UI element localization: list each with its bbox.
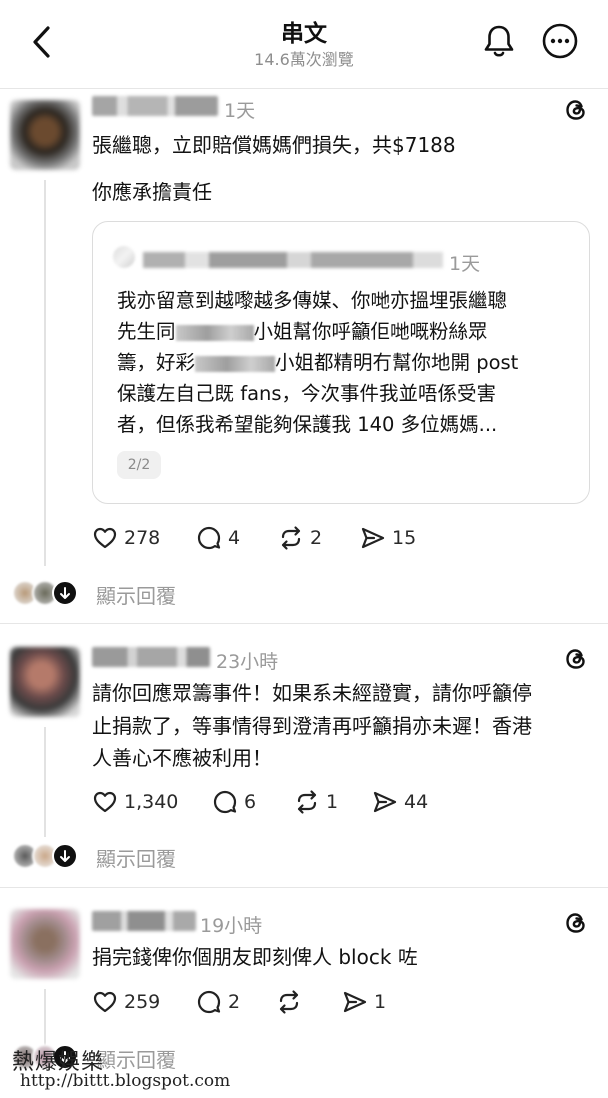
comment-icon <box>197 526 221 550</box>
show-replies-label[interactable]: 顯示回覆 <box>96 580 176 609</box>
like-button[interactable]: 1,340 <box>92 787 178 817</box>
comment-button[interactable]: 4 <box>196 523 240 553</box>
action-bar: 278 4 2 15 <box>92 523 592 553</box>
repost-button[interactable]: 1 <box>294 787 338 817</box>
quoted-username-redacted <box>143 252 443 268</box>
post-time: 23小時 <box>216 651 279 673</box>
watermark-url: http://bittt.blogspot.com <box>20 1071 231 1091</box>
post-text-line: 止捐款了，等事情得到澄清再呼籲捐亦未遲！香港 <box>92 714 532 738</box>
quoted-line: 者，但係我希望能夠保護我 140 多位媽媽... <box>117 413 498 436</box>
share-button[interactable]: 44 <box>372 787 428 817</box>
send-icon <box>373 791 397 813</box>
reply-post: 23小時 請你回應眾籌事件！如果系未經證實，請你呼籲停 止捐款了，等事情得到澄清… <box>0 623 608 885</box>
comment-count: 4 <box>228 527 241 549</box>
repost-count: 2 <box>310 527 323 549</box>
post-text-line: 人善心不應被利用！ <box>92 746 272 770</box>
quoted-post-time: 1天 <box>449 253 481 275</box>
quoted-line: 保護左自己既 fans，今次事件我並唔係受害 <box>117 382 497 405</box>
like-count: 278 <box>124 527 161 549</box>
quoted-post-text: 我亦留意到越嚟越多傳媒、你哋亦搵埋張繼聰 先生同 小姐幫你呼籲佢哋嘅粉絲眾 籌，好… <box>117 285 569 440</box>
comment-button[interactable]: 2 <box>196 987 240 1017</box>
show-replies-row[interactable]: 顯示回覆 <box>0 575 608 611</box>
show-replies-label[interactable]: 顯示回覆 <box>96 843 176 872</box>
action-bar: 259 2 1 <box>92 987 592 1017</box>
send-icon <box>343 991 367 1013</box>
bell-icon <box>484 25 514 57</box>
post-text-line: 捐完錢俾你個朋友即刻俾人 block 咗 <box>92 945 418 969</box>
action-bar: 1,340 6 1 44 <box>92 787 592 817</box>
repost-icon <box>281 526 301 550</box>
reply-post: 1天 張繼聰，立即賠償媽媽們損失，共$7188 你應承擔責任 1天 我亦留意到越… <box>0 88 608 620</box>
thread-line <box>44 727 46 837</box>
repost-count: 1 <box>326 791 339 813</box>
thread-line <box>44 180 46 566</box>
comment-icon <box>197 990 221 1014</box>
quoted-line: 先生同 小姐幫你呼籲佢哋嘅粉絲眾 <box>117 320 488 343</box>
post-text-line: 你應承擔責任 <box>92 180 212 204</box>
repost-button[interactable]: 2 <box>278 523 322 553</box>
share-button[interactable]: 1 <box>342 987 386 1017</box>
username-redacted[interactable] <box>92 96 218 116</box>
top-bar: 串文 14.6萬次瀏覽 <box>0 0 608 84</box>
post-time: 19小時 <box>200 915 263 937</box>
heart-icon <box>93 791 117 813</box>
comment-count: 6 <box>244 791 257 813</box>
heart-icon <box>93 991 117 1013</box>
send-icon <box>361 527 385 549</box>
share-count: 1 <box>374 991 387 1013</box>
avatar[interactable] <box>10 100 80 170</box>
share-count: 44 <box>404 791 429 813</box>
quoted-line: 籌，好彩 小姐都精明冇幫你地開 post <box>117 351 519 374</box>
share-button[interactable]: 15 <box>360 523 416 553</box>
show-replies-row[interactable]: 顯示回覆 <box>0 838 608 874</box>
like-button[interactable]: 278 <box>92 523 160 553</box>
like-button[interactable]: 259 <box>92 987 160 1017</box>
avatar[interactable] <box>10 647 80 717</box>
more-options-button[interactable] <box>541 22 579 60</box>
threads-logo-icon[interactable] <box>562 96 590 124</box>
more-circle-icon <box>542 23 578 59</box>
comment-count: 2 <box>228 991 241 1013</box>
like-count: 1,340 <box>124 791 179 813</box>
arrow-down-icon <box>52 580 78 606</box>
post-text-line: 請你回應眾籌事件！如果系未經證實，請你呼籲停 <box>92 681 532 705</box>
show-replies-label[interactable]: 顯示回覆 <box>96 1044 176 1073</box>
heart-icon <box>93 527 117 549</box>
notifications-button[interactable] <box>480 22 518 60</box>
comment-icon <box>213 790 237 814</box>
comment-button[interactable]: 6 <box>212 787 256 817</box>
quoted-avatar <box>113 246 135 268</box>
avatar[interactable] <box>10 909 80 979</box>
quoted-line: 我亦留意到越嚟越多傳媒、你哋亦搵埋張繼聰 <box>117 289 508 312</box>
threads-logo-icon[interactable] <box>562 909 590 937</box>
username-redacted[interactable] <box>92 647 210 667</box>
like-count: 259 <box>124 991 161 1013</box>
repost-icon <box>279 990 299 1014</box>
share-count: 15 <box>392 527 417 549</box>
threads-logo-icon[interactable] <box>562 645 590 673</box>
username-redacted[interactable] <box>92 911 196 931</box>
post-text-line: 張繼聰，立即賠償媽媽們損失，共$7188 <box>92 133 456 157</box>
post-time: 1天 <box>224 100 256 122</box>
repost-icon <box>297 790 317 814</box>
arrow-down-icon <box>52 843 78 869</box>
repost-button[interactable] <box>276 987 308 1017</box>
page-indicator: 2/2 <box>117 451 161 479</box>
quoted-post-card[interactable]: 1天 我亦留意到越嚟越多傳媒、你哋亦搵埋張繼聰 先生同 小姐幫你呼籲佢哋嘅粉絲眾 … <box>92 221 590 504</box>
